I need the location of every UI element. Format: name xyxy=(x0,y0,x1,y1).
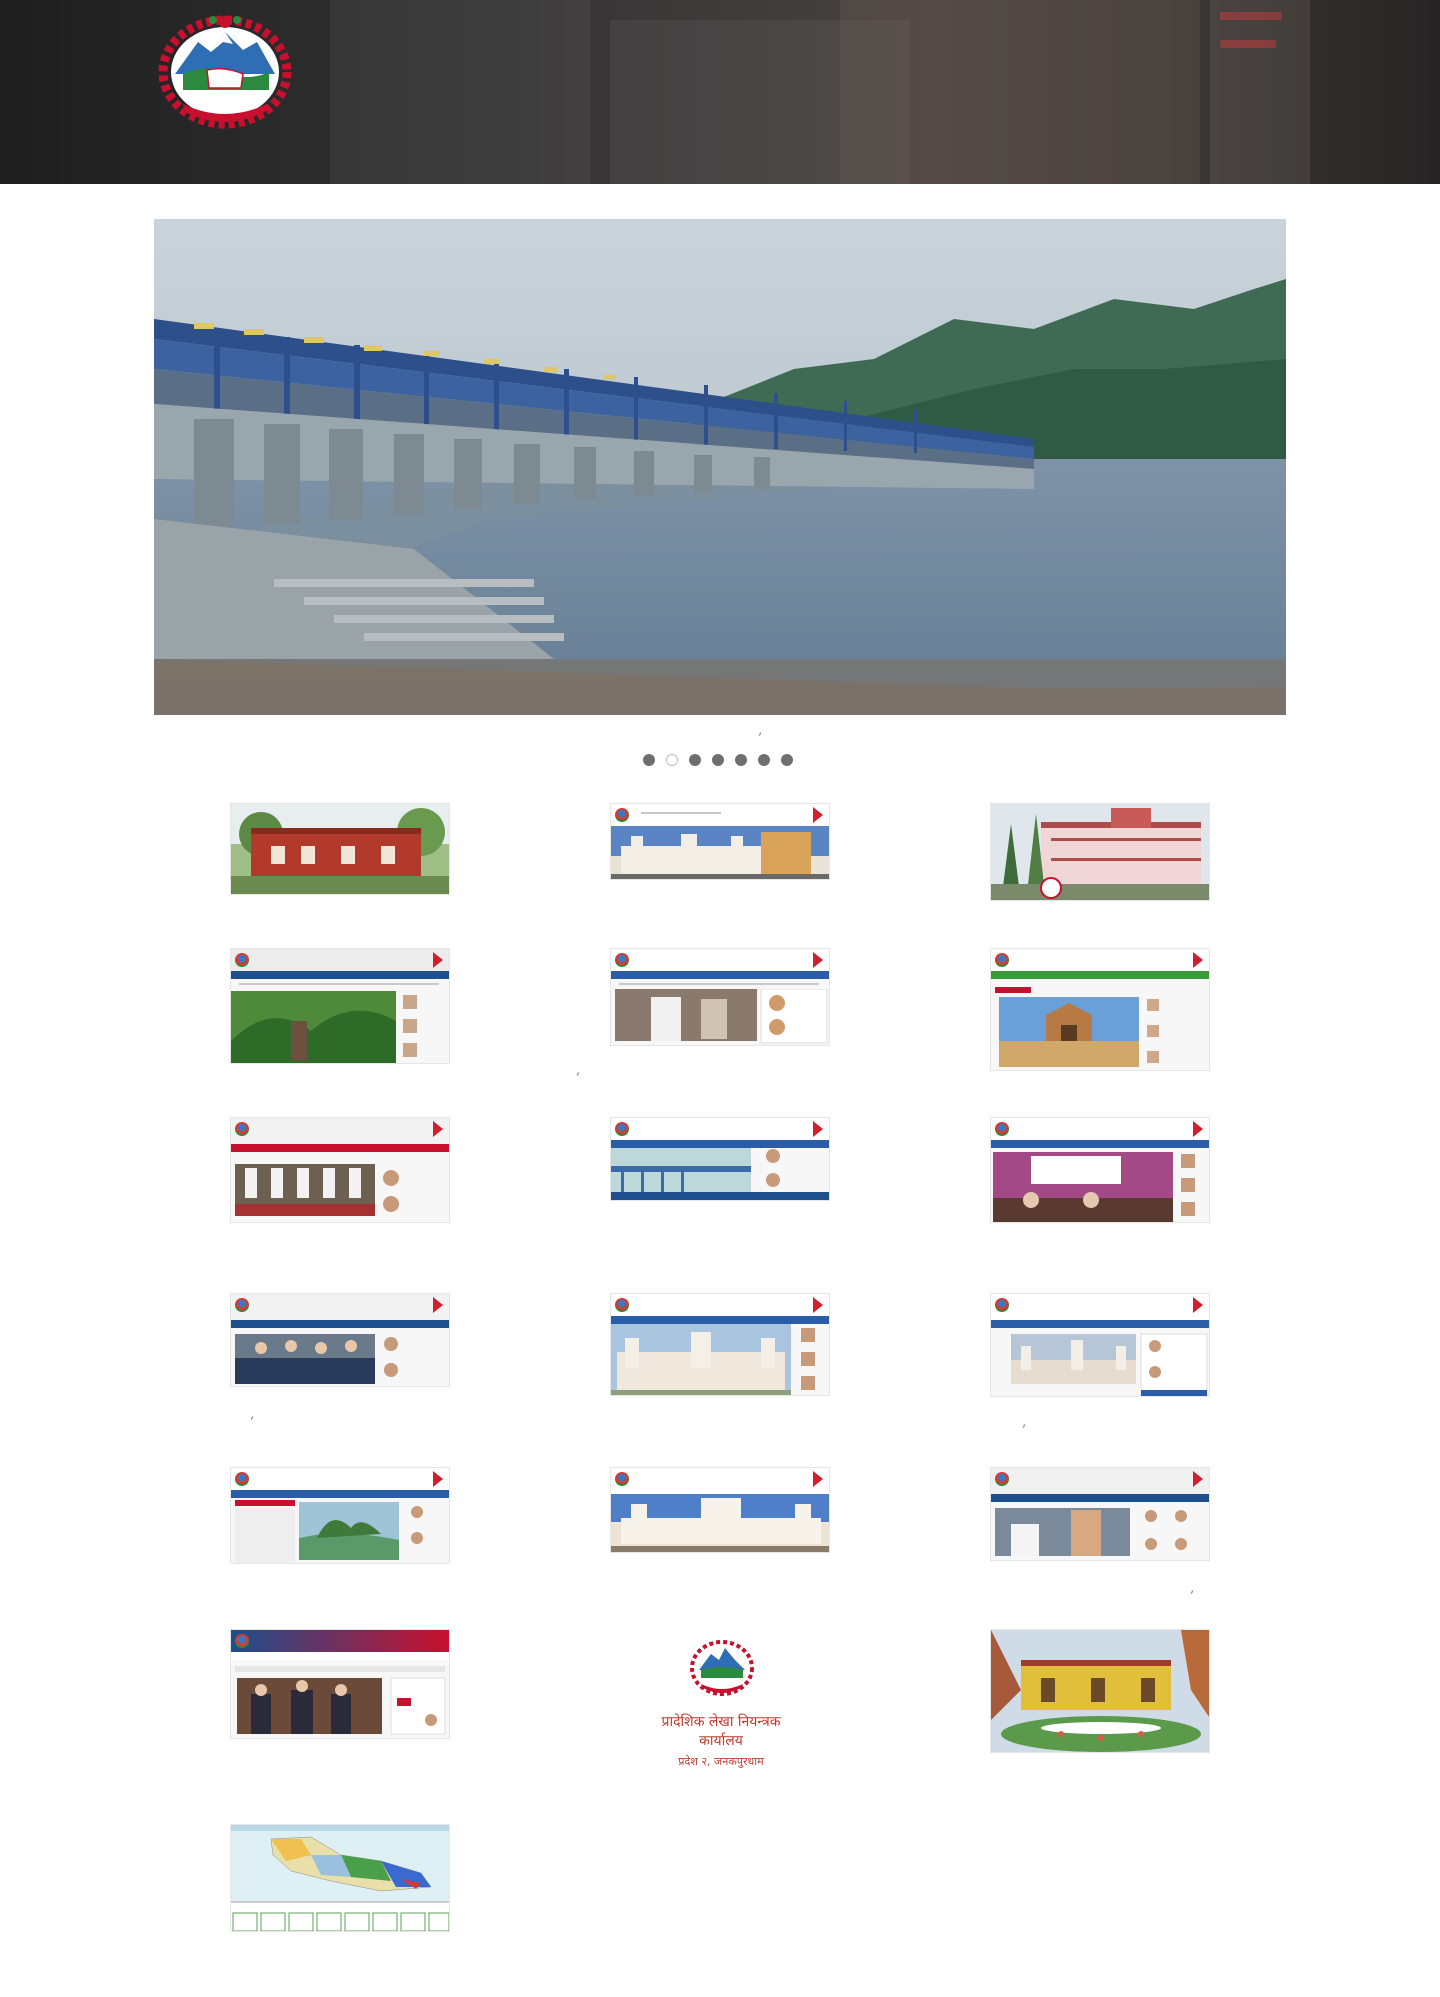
grid-link-item[interactable] xyxy=(990,803,1210,901)
website-screenshot-janakpur xyxy=(611,826,829,879)
website-screenshot xyxy=(235,1164,399,1216)
home-logo-link[interactable] xyxy=(153,12,298,132)
carousel-dot[interactable] xyxy=(689,754,701,766)
website-screenshot xyxy=(1011,1333,1208,1396)
caption-mark: , xyxy=(250,1406,255,1422)
grid-link-item[interactable] xyxy=(990,1293,1210,1397)
grid-link-item[interactable] xyxy=(230,1293,450,1387)
office-building-photo xyxy=(231,804,449,894)
grid-link-item[interactable] xyxy=(230,1824,450,1932)
caption-mark: , xyxy=(576,1062,581,1078)
logo-tile-subtitle: प्रदेश २, जनकपुरधाम xyxy=(678,1755,764,1768)
website-screenshot xyxy=(235,1334,398,1384)
website-screenshot xyxy=(993,1152,1195,1222)
website-screenshot xyxy=(235,1500,423,1563)
grid-link-item[interactable] xyxy=(230,803,450,895)
caption-mark: , xyxy=(758,722,763,738)
grid-link-item[interactable] xyxy=(230,948,450,1064)
carousel-dot[interactable] xyxy=(781,754,793,766)
grid-link-item[interactable] xyxy=(610,803,830,880)
website-screenshot xyxy=(611,1324,815,1395)
header-bg-shape xyxy=(840,0,1200,184)
grid-link-item[interactable] xyxy=(990,1117,1210,1223)
website-screenshot xyxy=(611,1494,829,1552)
website-screenshot xyxy=(995,1508,1187,1556)
header-bg-text xyxy=(1220,12,1282,20)
caption-mark: , xyxy=(1022,1414,1027,1430)
grid-link-item[interactable] xyxy=(990,1467,1210,1561)
carousel-dot[interactable] xyxy=(758,754,770,766)
barrage-river-photo xyxy=(154,219,1286,715)
site-header xyxy=(0,0,1440,184)
office-building-photo xyxy=(991,1630,1209,1752)
grid-link-item[interactable] xyxy=(610,1467,830,1553)
carousel-dot-active[interactable] xyxy=(666,754,678,766)
grid-link-item[interactable] xyxy=(990,1629,1210,1753)
office-building-photo xyxy=(991,804,1209,900)
caption-mark: , xyxy=(1190,1580,1195,1596)
grid-link-item[interactable] xyxy=(610,1293,830,1396)
header-bg-shape xyxy=(330,0,590,184)
website-screenshot xyxy=(995,987,1159,1067)
hero-slide-image[interactable] xyxy=(154,219,1286,715)
carousel-dot[interactable] xyxy=(712,754,724,766)
website-screenshot xyxy=(231,991,417,1063)
carousel-dot[interactable] xyxy=(735,754,747,766)
website-screenshot xyxy=(611,1148,829,1200)
logo-tile-title: प्रादेशिक लेखा नियन्त्रक कार्यालय xyxy=(661,1714,781,1749)
nepal-government-emblem-icon xyxy=(158,15,292,129)
accounts-office-logo-tile[interactable]: प्रादेशिक लेखा नियन्त्रक कार्यालय प्रदेश… xyxy=(641,1638,801,1768)
map-screenshot xyxy=(231,1825,449,1931)
grid-link-item[interactable] xyxy=(610,1117,830,1201)
grid-link-item[interactable] xyxy=(230,1117,450,1223)
carousel-indicators xyxy=(643,754,793,766)
grid-link-item[interactable] xyxy=(990,948,1210,1071)
grid-link-item[interactable] xyxy=(230,1467,450,1564)
website-screenshot xyxy=(615,989,828,1044)
grid-link-item[interactable] xyxy=(230,1629,450,1739)
header-bg-shape xyxy=(1210,0,1310,184)
nepal-government-emblem-icon xyxy=(690,1640,754,1696)
website-screenshot xyxy=(235,1666,446,1735)
grid-link-item[interactable] xyxy=(610,948,830,1046)
carousel-dot[interactable] xyxy=(643,754,655,766)
header-bg-text xyxy=(1220,40,1276,48)
